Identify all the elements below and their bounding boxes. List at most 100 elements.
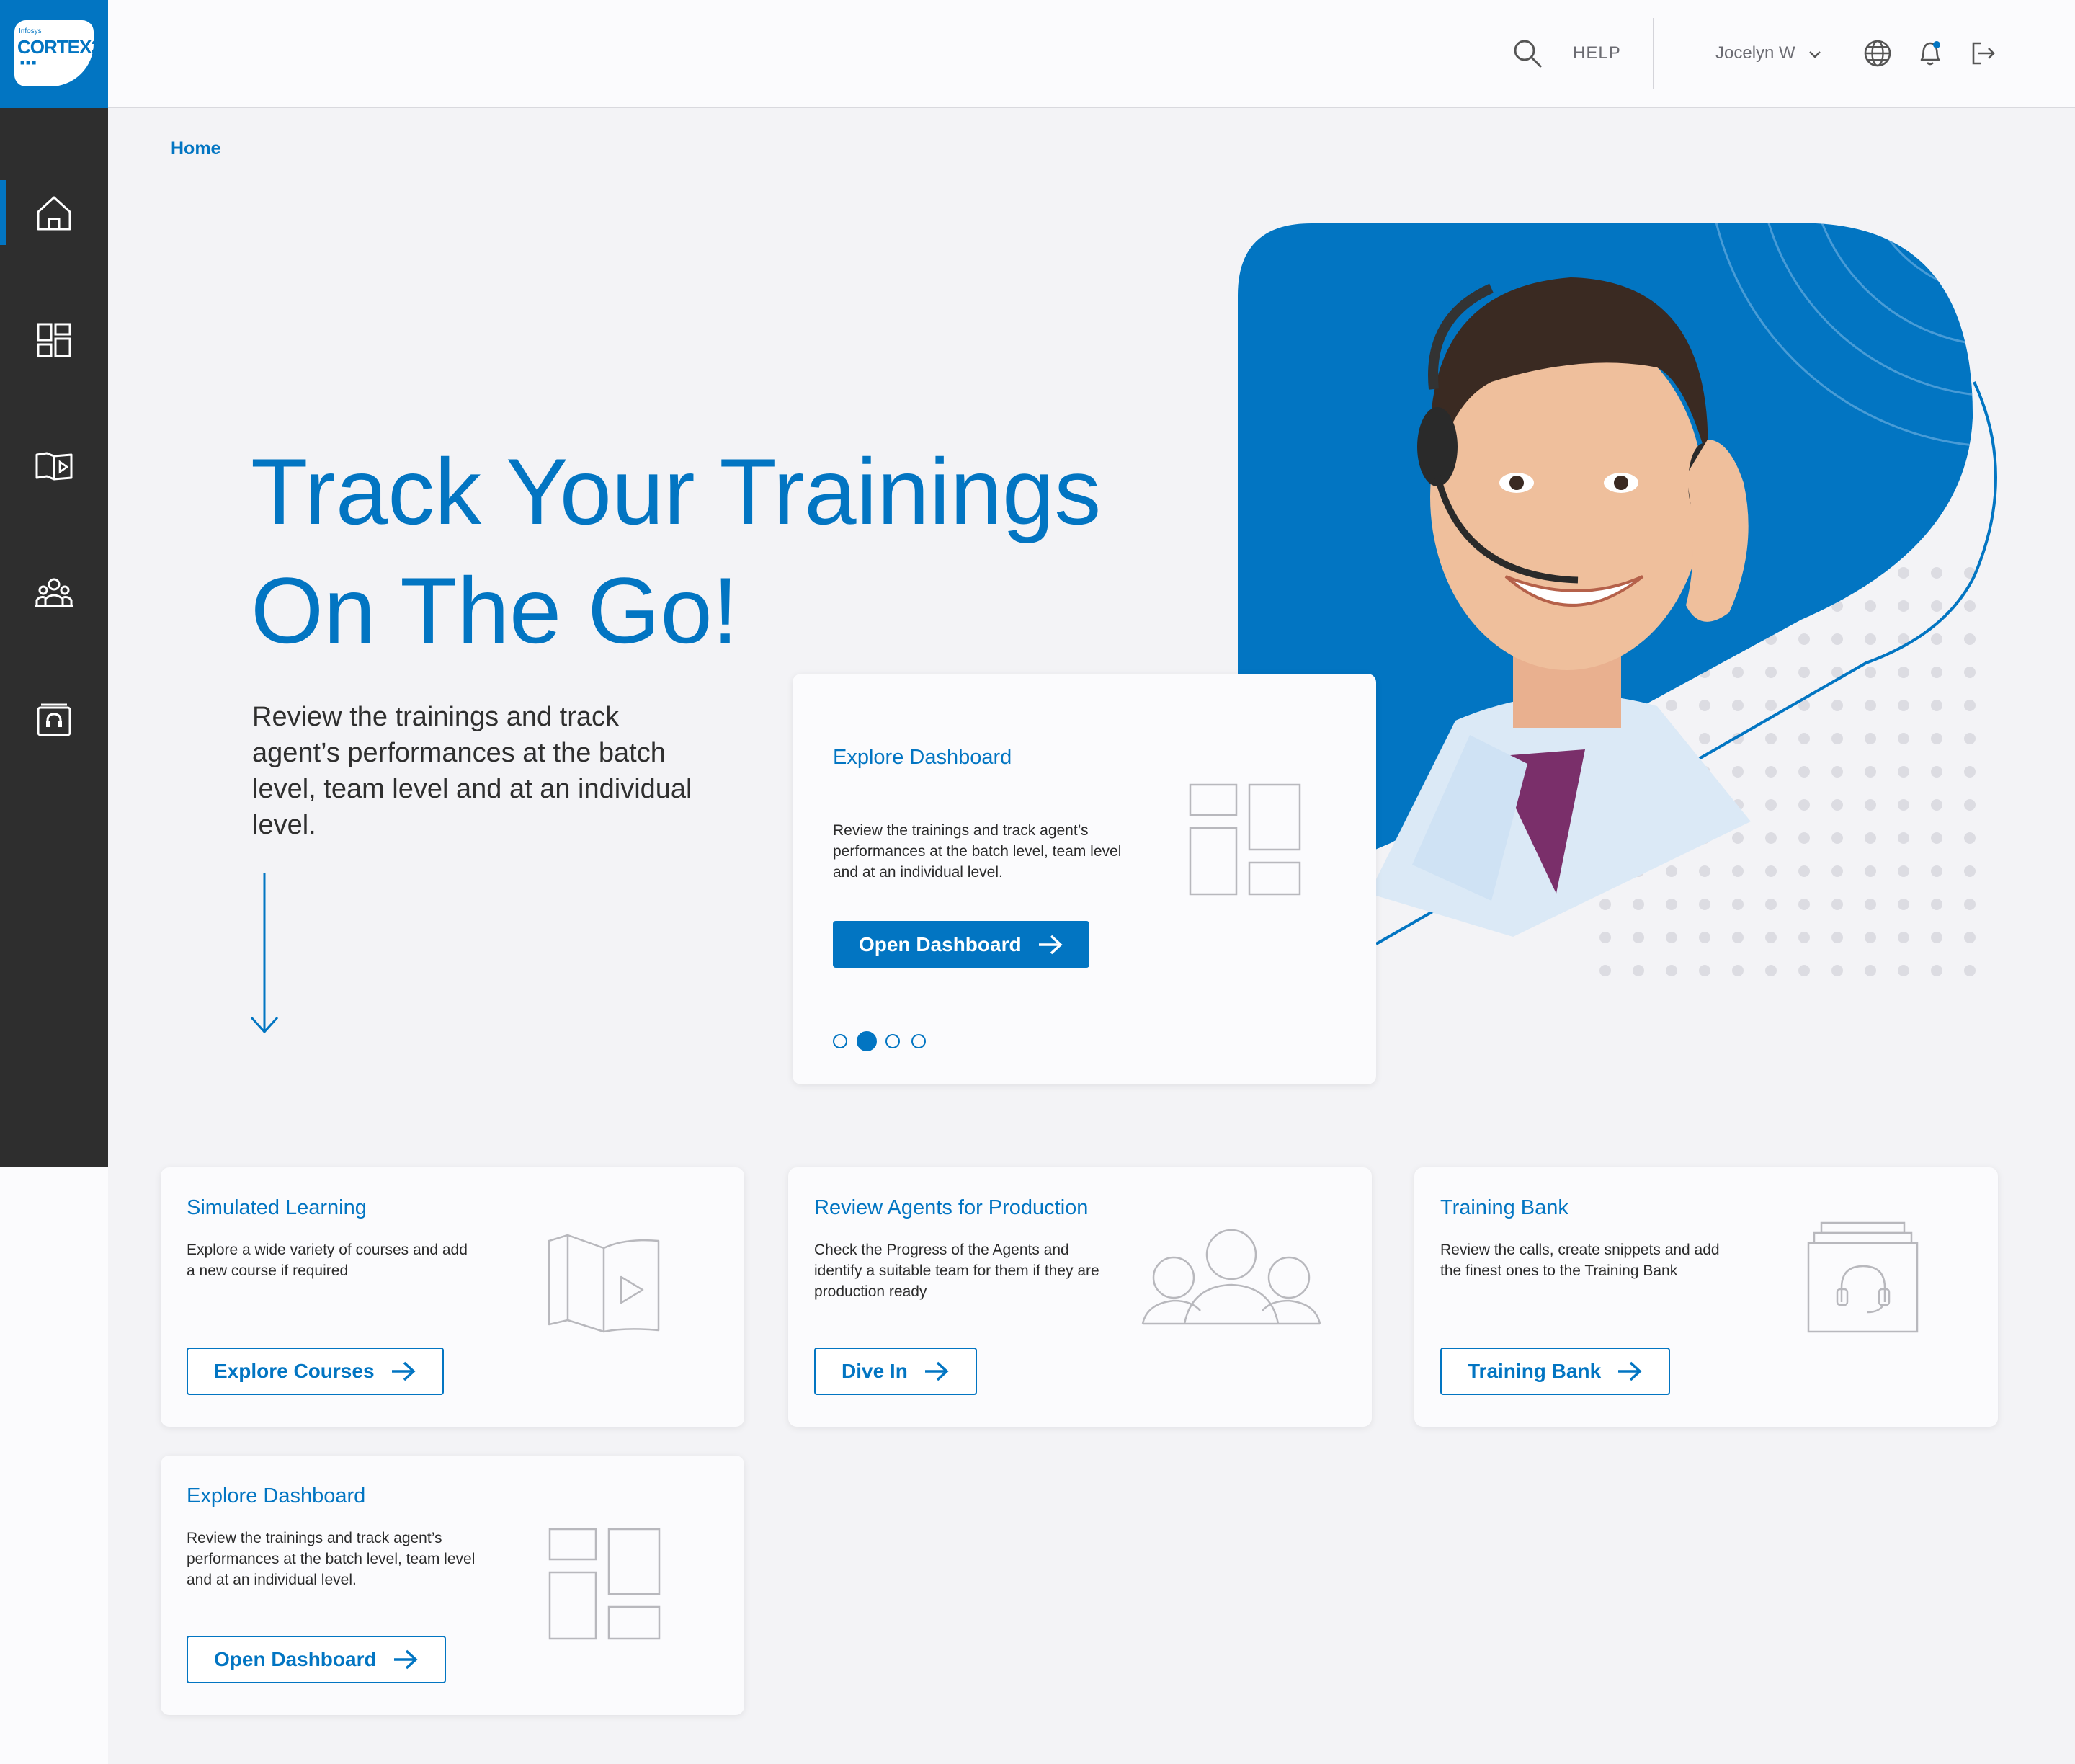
grid-dot <box>1798 766 1810 778</box>
sidebar-footer-area <box>0 1167 108 1764</box>
grid-dot <box>1633 932 1644 943</box>
grid-dot <box>1599 932 1611 943</box>
grid-dot <box>1898 865 1909 877</box>
grid-dot <box>1898 899 1909 910</box>
grid-dot <box>1765 667 1777 678</box>
logout-icon[interactable] <box>1967 37 1999 69</box>
grid-dot <box>1964 899 1976 910</box>
grid-dot <box>1898 567 1909 579</box>
grid-dot <box>1964 932 1976 943</box>
grid-dot <box>1765 766 1777 778</box>
grid-dot <box>1732 899 1744 910</box>
team-people-icon <box>1141 1229 1321 1325</box>
carousel-dot-4[interactable] <box>911 1034 926 1048</box>
grid-dot <box>1798 965 1810 976</box>
sidebar-item-courses[interactable] <box>32 445 76 488</box>
dashboard-layout-icon <box>548 1528 661 1640</box>
grid-dot <box>1765 965 1777 976</box>
hero-title-line-1: Track Your Trainings <box>251 439 1102 544</box>
training-bank-button[interactable]: Training Bank <box>1440 1348 1671 1395</box>
grid-dot <box>1599 965 1611 976</box>
grid-dot <box>1765 932 1777 943</box>
grid-dot <box>1931 667 1942 678</box>
carousel-dot-2[interactable] <box>857 1031 877 1051</box>
grid-dot <box>1732 766 1744 778</box>
card-title: Simulated Learning <box>187 1196 367 1219</box>
grid-dot <box>1699 965 1710 976</box>
grid-dot <box>1765 865 1777 877</box>
grid-dot <box>1898 667 1909 678</box>
carousel-dot-1[interactable] <box>833 1034 847 1048</box>
headset-stack-icon <box>1807 1221 1919 1333</box>
grid-dot <box>1931 832 1942 844</box>
open-dashboard-button-label: Open Dashboard <box>214 1648 377 1670</box>
grid-dot <box>1964 733 1976 744</box>
open-dashboard-button[interactable]: Open Dashboard <box>187 1636 446 1683</box>
sidebar-item-agents[interactable] <box>32 571 76 615</box>
grid-dot <box>1964 600 1976 612</box>
grid-dot <box>1765 799 1777 811</box>
logo[interactable]: Infosys CORTEX2 ■■■ <box>0 0 108 108</box>
notification-bell-icon[interactable] <box>1914 37 1946 69</box>
explore-courses-button[interactable]: Explore Courses <box>187 1348 444 1395</box>
grid-dot <box>1798 932 1810 943</box>
card-training-bank: Training Bank Review the calls, create s… <box>1414 1167 1998 1427</box>
grid-dot <box>1865 667 1876 678</box>
card-title: Review Agents for Production <box>814 1196 1089 1219</box>
grid-dot <box>1831 733 1843 744</box>
explore-courses-button-label: Explore Courses <box>214 1360 375 1382</box>
carousel-dot-3[interactable] <box>885 1034 900 1048</box>
grid-dot <box>1931 932 1942 943</box>
grid-dot <box>1964 700 1976 711</box>
grid-dot <box>1798 799 1810 811</box>
grid-dot <box>1831 932 1843 943</box>
grid-dot <box>1931 600 1942 612</box>
grid-dot <box>1732 832 1744 844</box>
arrow-right-icon <box>924 1361 949 1381</box>
grid-dot <box>1699 932 1710 943</box>
breadcrumb-home[interactable]: Home <box>171 138 220 159</box>
grid-dot <box>1666 965 1677 976</box>
grid-dot <box>1964 832 1976 844</box>
grid-dot <box>1831 700 1843 711</box>
arrow-right-icon <box>1618 1361 1642 1381</box>
logo-dots: ■■■ <box>20 59 38 67</box>
scroll-down-arrow-icon[interactable] <box>249 872 280 1034</box>
carousel-title: Explore Dashboard <box>833 746 1012 769</box>
grid-dot <box>1666 865 1677 877</box>
grid-dot <box>1931 733 1942 744</box>
grid-dot <box>1633 965 1644 976</box>
dive-in-button[interactable]: Dive In <box>814 1348 977 1395</box>
grid-dot <box>1865 766 1876 778</box>
card-description: Explore a wide variety of courses and ad… <box>187 1242 468 1279</box>
grid-dot <box>1865 832 1876 844</box>
grid-dot <box>1599 899 1611 910</box>
grid-dot <box>1865 965 1876 976</box>
globe-icon[interactable] <box>1862 37 1893 69</box>
hero-title-line-2: On The Go! <box>251 558 738 663</box>
grid-dot <box>1898 733 1909 744</box>
user-menu[interactable]: Jocelyn W <box>1715 43 1795 63</box>
sidebar-item-dashboard[interactable] <box>32 318 76 362</box>
open-book-video-icon <box>548 1234 660 1333</box>
grid-dot <box>1732 865 1744 877</box>
grid-dot <box>1699 700 1710 711</box>
grid-dot <box>1898 965 1909 976</box>
sidebar-item-training-bank[interactable] <box>32 698 76 741</box>
hero-subtitle: Review the trainings and track agent’s p… <box>252 702 692 840</box>
help-link[interactable]: HELP <box>1573 43 1621 63</box>
dashboard-layout-icon <box>1189 783 1301 896</box>
grid-dot <box>1964 633 1976 645</box>
carousel-description: Review the trainings and track agent’s p… <box>833 822 1122 881</box>
grid-dot <box>1732 700 1744 711</box>
open-dashboard-button[interactable]: Open Dashboard <box>833 921 1089 968</box>
card-title: Explore Dashboard <box>187 1484 366 1507</box>
search-icon[interactable] <box>1512 37 1543 69</box>
chevron-down-icon[interactable] <box>1807 46 1823 62</box>
sidebar-item-home[interactable] <box>32 192 76 235</box>
arrow-right-icon <box>391 1361 416 1381</box>
grid-dot <box>1633 899 1644 910</box>
grid-dot <box>1865 633 1876 645</box>
grid-dot <box>1931 865 1942 877</box>
grid-dot <box>1831 766 1843 778</box>
